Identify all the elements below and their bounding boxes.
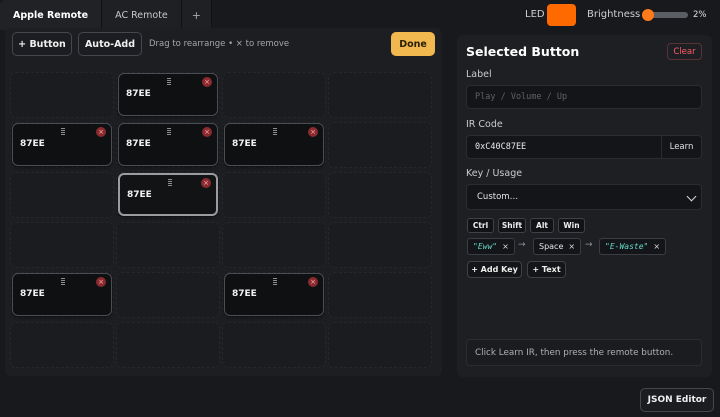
grid-slot[interactable] — [10, 172, 114, 218]
rearrange-hint: Drag to rearrange • × to remove — [149, 39, 290, 49]
key-usage-selected: Custom… — [477, 192, 519, 202]
remove-button-icon[interactable]: × — [96, 127, 106, 137]
add-tab-button[interactable]: + — [181, 0, 212, 30]
grid-slot[interactable] — [328, 122, 432, 168]
remove-button-icon[interactable]: × — [308, 127, 318, 137]
done-button[interactable]: Done — [391, 32, 435, 56]
learn-status: Click Learn IR, then press the remote bu… — [466, 339, 702, 366]
tab-ac-remote[interactable]: AC Remote — [102, 0, 182, 30]
remove-button-icon[interactable]: × — [308, 277, 318, 287]
grid-slot[interactable] — [328, 322, 432, 368]
add-key-button[interactable]: + Add Key — [467, 261, 522, 278]
remote-button[interactable]: × 87EE — [118, 73, 218, 116]
grid-slot[interactable] — [116, 322, 220, 368]
modifier-ctrl[interactable]: Ctrl — [467, 218, 494, 233]
drag-handle-icon[interactable] — [61, 278, 65, 286]
label-field-label: Label — [466, 69, 492, 80]
tab-apple-remote[interactable]: Apple Remote — [0, 0, 103, 30]
drag-handle-icon[interactable] — [168, 179, 172, 187]
remote-button[interactable]: × 87EE — [224, 123, 324, 166]
label-input-placeholder: Play / Volume / Up — [475, 92, 568, 102]
sequence-arrow-icon: → — [518, 240, 526, 250]
grid-slot[interactable] — [10, 322, 114, 368]
remote-button-code: 87EE — [127, 190, 152, 200]
remove-chip-icon[interactable]: × — [502, 242, 509, 251]
remote-button-code: 87EE — [20, 289, 45, 299]
remove-chip-icon[interactable]: × — [653, 242, 660, 251]
brightness-label: Brightness — [587, 9, 641, 20]
modifier-alt[interactable]: Alt — [530, 218, 554, 233]
ir-code-input[interactable]: 0xC40C87EE Learn — [466, 135, 702, 159]
sequence-chip-text: Space — [539, 242, 564, 251]
grid-slot[interactable] — [222, 72, 326, 118]
chevron-down-icon — [686, 191, 697, 202]
grid-slot[interactable] — [10, 72, 114, 118]
remote-button[interactable]: × 87EE — [12, 123, 112, 166]
remove-button-icon[interactable]: × — [96, 277, 106, 287]
drag-handle-icon[interactable] — [273, 278, 277, 286]
drag-handle-icon[interactable] — [167, 78, 171, 86]
brightness-value: 2% — [693, 10, 707, 20]
sequence-chip-text: "Eww" — [473, 242, 498, 251]
remote-button[interactable]: × 87EE — [118, 173, 218, 216]
grid-slot[interactable] — [328, 72, 432, 118]
remote-button[interactable]: × 87EE — [224, 273, 324, 316]
remote-button-code: 87EE — [126, 89, 151, 99]
grid-slot[interactable] — [328, 272, 432, 318]
ir-code-label: IR Code — [466, 119, 503, 130]
remote-button-code: 87EE — [126, 139, 151, 149]
sequence-arrow-icon: → — [585, 240, 593, 250]
sequence-chip-text: "E-Waste" — [605, 242, 649, 251]
learn-button[interactable]: Learn — [661, 136, 701, 158]
drag-handle-icon[interactable] — [61, 128, 65, 136]
label-input[interactable]: Play / Volume / Up — [466, 85, 702, 109]
grid-slot[interactable] — [116, 222, 220, 268]
drag-handle-icon[interactable] — [167, 128, 171, 136]
brightness-slider[interactable] — [641, 9, 688, 21]
grid-slot[interactable] — [222, 322, 326, 368]
add-button-button[interactable]: + Button — [12, 32, 72, 56]
modifier-win[interactable]: Win — [558, 218, 585, 233]
sequence-chip[interactable]: "Eww" × — [467, 238, 515, 255]
grid-slot[interactable] — [222, 222, 326, 268]
clear-button[interactable]: Clear — [667, 43, 702, 60]
key-usage-label: Key / Usage — [466, 168, 523, 179]
led-color-swatch[interactable] — [547, 4, 576, 26]
key-usage-select[interactable]: Custom… — [466, 184, 702, 210]
remove-button-icon[interactable]: × — [202, 127, 212, 137]
grid-slot[interactable] — [116, 272, 220, 318]
ir-code-value: 0xC40C87EE — [475, 142, 527, 152]
modifier-shift[interactable]: Shift — [498, 218, 526, 233]
auto-add-button[interactable]: Auto-Add — [78, 32, 142, 56]
remote-button-code: 87EE — [20, 139, 45, 149]
remove-button-icon[interactable]: × — [201, 178, 211, 188]
grid-slot[interactable] — [222, 172, 326, 218]
sequence-chip[interactable]: "E-Waste" × — [599, 238, 667, 255]
remote-tabs: Apple Remote AC Remote + — [0, 0, 212, 30]
drag-handle-icon[interactable] — [273, 128, 277, 136]
brightness-slider-thumb[interactable] — [641, 9, 654, 21]
grid-slot[interactable] — [328, 172, 432, 218]
sequence-chip[interactable]: Space × — [533, 238, 582, 255]
grid-slot[interactable] — [10, 222, 114, 268]
panel-title: Selected Button — [466, 44, 580, 59]
led-label: LED — [525, 9, 545, 20]
remote-button-code: 87EE — [232, 289, 257, 299]
remote-button[interactable]: × 87EE — [12, 273, 112, 316]
grid-slot[interactable] — [328, 222, 432, 268]
remote-button[interactable]: × 87EE — [118, 123, 218, 166]
json-editor-button[interactable]: JSON Editor — [640, 388, 714, 412]
remove-button-icon[interactable]: × — [202, 77, 212, 87]
button-grid: × 87EE × 87EE × 87EE × 87EE × 87EE × 87EE × 87EE — [10, 72, 434, 372]
remote-button-code: 87EE — [232, 139, 257, 149]
remove-chip-icon[interactable]: × — [568, 242, 575, 251]
add-text-button[interactable]: + Text — [527, 261, 566, 278]
